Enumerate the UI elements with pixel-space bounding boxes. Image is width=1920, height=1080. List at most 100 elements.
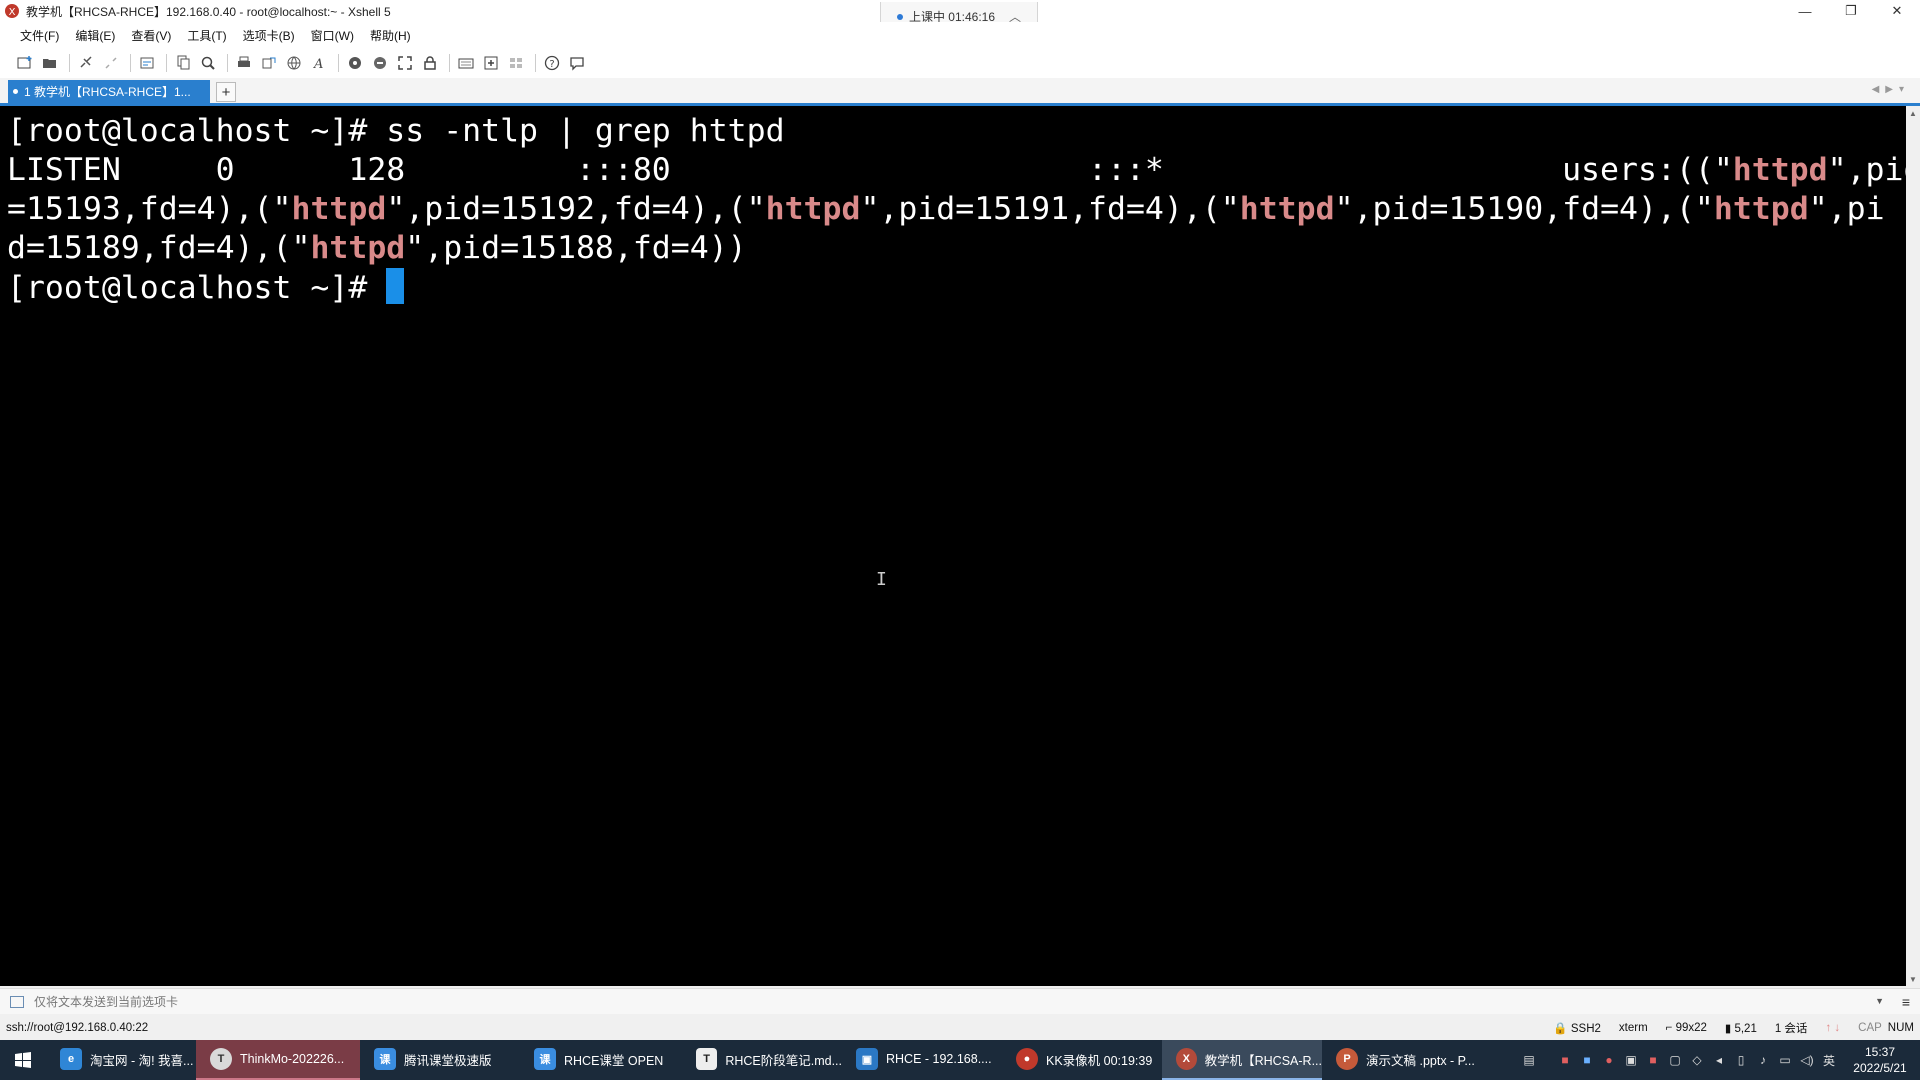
microphone-icon[interactable]: ♪ xyxy=(1752,1053,1774,1067)
taskbar-item-xshell[interactable]: X 教学机【RHCSA-R... xyxy=(1162,1040,1322,1080)
tab-scroll-arrows-icon[interactable]: ◀▶▾ xyxy=(1872,84,1910,95)
svg-text:X: X xyxy=(9,7,16,18)
menu-bar: 文件(F) 编辑(E) 查看(V) 工具(T) 选项卡(B) 窗口(W) 帮助(… xyxy=(0,22,1920,48)
connection-address: ssh://root@192.168.0.40:22 xyxy=(6,1022,149,1034)
toolbar-separator xyxy=(69,54,70,72)
usb-icon[interactable]: ▯ xyxy=(1730,1053,1752,1067)
menu-window[interactable]: 窗口(W) xyxy=(303,27,362,44)
highlighted-word: httpd xyxy=(1732,152,1828,188)
tray-display-icon[interactable]: ▢ xyxy=(1664,1053,1686,1067)
help-icon[interactable]: ? xyxy=(541,52,563,74)
taskbar-item-powerpoint[interactable]: P 演示文稿 .pptx - P... xyxy=(1322,1040,1482,1080)
lock-icon[interactable] xyxy=(419,52,441,74)
taskbar-item-kk-recorder[interactable]: ● KK录像机 00:19:39 xyxy=(1002,1040,1162,1080)
highlighted-word: httpd xyxy=(291,191,387,227)
taskbar: e 淘宝网 - 淘! 我喜... T ThinkMo-202226... 课腾讯课堂… xyxy=(0,1040,1920,1080)
task-label: 淘宝网 - 淘! 我喜... xyxy=(90,1053,194,1068)
menu-file[interactable]: 文件(F) xyxy=(12,27,67,44)
terminal-line: [root@localhost ~]# xyxy=(7,268,1906,307)
tray-app-icon[interactable]: ■ xyxy=(1554,1053,1576,1067)
tray-expand-icon[interactable]: ◂ xyxy=(1708,1053,1730,1067)
font-icon[interactable]: A xyxy=(308,52,330,74)
xshell-icon: X xyxy=(1176,1048,1197,1070)
new-session-icon[interactable] xyxy=(14,52,36,74)
task-label: ThinkMo-202226... xyxy=(240,1052,345,1066)
output-text: ",pid=15190,fd=4),(" xyxy=(1334,191,1714,227)
properties-icon[interactable] xyxy=(136,52,158,74)
tray-cube-icon[interactable]: ◇ xyxy=(1686,1053,1708,1067)
scroll-up-icon[interactable]: ▲ xyxy=(1906,106,1920,120)
tray-record-icon[interactable]: ● xyxy=(1598,1053,1620,1067)
protocol-label: SSH2 xyxy=(1570,1023,1601,1035)
clock[interactable]: 15:37 2022/5/21 xyxy=(1840,1044,1920,1076)
print-icon[interactable] xyxy=(233,52,255,74)
taskbar-item-typora[interactable]: T RHCE阶段笔记.md... xyxy=(682,1040,842,1080)
fullscreen-icon[interactable] xyxy=(394,52,416,74)
chat-icon[interactable] xyxy=(566,52,588,74)
taskbar-item-taobao[interactable]: e 淘宝网 - 淘! 我喜... xyxy=(46,1040,196,1080)
menu-tools[interactable]: 工具(T) xyxy=(179,27,234,44)
keyboard-icon[interactable] xyxy=(455,52,477,74)
xftp-icon[interactable] xyxy=(344,52,366,74)
tab-session[interactable]: 1 教学机【RHCSA-RHCE】1... xyxy=(8,80,210,103)
disconnect-icon[interactable] xyxy=(100,52,122,74)
taskbar-item-tencent-class[interactable]: 课腾讯课堂极速版 xyxy=(360,1040,520,1080)
menu-help[interactable]: 帮助(H) xyxy=(362,27,419,44)
reconnect-icon[interactable] xyxy=(75,52,97,74)
input-method-indicator[interactable]: 英 xyxy=(1818,1052,1840,1069)
task-label: 教学机【RHCSA-R... xyxy=(1204,1053,1322,1068)
taskbar-item-thinkmo[interactable]: T ThinkMo-202226... xyxy=(196,1040,360,1080)
menu-view[interactable]: 查看(V) xyxy=(123,27,179,44)
network-icon[interactable]: ▭ xyxy=(1774,1053,1796,1067)
copy-icon[interactable] xyxy=(172,52,194,74)
task-label: RHCE课堂 OPEN xyxy=(564,1053,664,1068)
toolbar-separator xyxy=(449,54,450,72)
compose-input[interactable]: 仅将文本发送到当前选项卡 xyxy=(34,993,178,1010)
terminal-output[interactable]: [root@localhost ~]# ss -ntlp | grep http… xyxy=(0,106,1920,986)
tencent-class-icon: 课 xyxy=(374,1048,396,1070)
start-button[interactable] xyxy=(0,1040,46,1080)
output-text: d=15189,fd=4),(" xyxy=(7,230,311,266)
tab-status-dot-icon xyxy=(13,89,18,94)
menu-edit[interactable]: 编辑(E) xyxy=(67,27,123,44)
compose-bar[interactable]: 仅将文本发送到当前选项卡 ▼ ≡ xyxy=(0,988,1920,1014)
scroll-down-icon[interactable]: ▼ xyxy=(1906,972,1920,986)
tray-kk-icon[interactable]: ■ xyxy=(1576,1053,1598,1067)
tray-shield-icon[interactable]: ▣ xyxy=(1620,1053,1642,1067)
system-tray: ▤ ■ ■ ● ▣ ■ ▢ ◇ ◂ ▯ ♪ ▭ ◁) 英 15:37 2022/… xyxy=(1518,1040,1920,1080)
menu-icon[interactable]: ≡ xyxy=(1902,994,1910,1010)
notification-icon[interactable]: ▤ xyxy=(1518,1053,1540,1067)
position-label: 5,21 xyxy=(1734,1023,1757,1035)
terminal-scrollbar[interactable]: ▲ ▼ xyxy=(1906,106,1920,986)
globe-icon[interactable] xyxy=(283,52,305,74)
close-button[interactable]: ✕ xyxy=(1874,0,1920,22)
tray-security-icon[interactable]: ■ xyxy=(1642,1053,1664,1067)
transfer-icon[interactable] xyxy=(258,52,280,74)
terminal-size: ⌐ 99x22 xyxy=(1665,1022,1707,1034)
add-tab-button[interactable]: + xyxy=(216,82,236,102)
live-dot-icon xyxy=(896,13,903,20)
add-panel-icon[interactable] xyxy=(480,52,502,74)
menu-tabs[interactable]: 选项卡(B) xyxy=(235,27,303,44)
tab-strip: 1 教学机【RHCSA-RHCE】1... + ◀▶▾ xyxy=(0,78,1920,106)
terminal-line: d=15189,fd=4),("httpd",pid=15188,fd=4)) xyxy=(7,229,1906,268)
terminal-line: [root@localhost ~]# ss -ntlp | grep http… xyxy=(7,112,1906,151)
volume-icon[interactable]: ◁) xyxy=(1796,1053,1818,1067)
task-label: RHCE阶段笔记.md... xyxy=(725,1053,842,1068)
window-controls: — ❐ ✕ xyxy=(1782,0,1920,22)
minimize-button[interactable]: — xyxy=(1782,0,1828,22)
toolbar-separator xyxy=(338,54,339,72)
find-icon[interactable] xyxy=(197,52,219,74)
typora-icon: T xyxy=(696,1048,718,1070)
taskbar-item-remote-desktop[interactable]: ▣ RHCE - 192.168.... xyxy=(842,1040,1002,1080)
output-text: ",pi xyxy=(1808,191,1885,227)
dropdown-icon[interactable]: ▼ xyxy=(1875,996,1884,1006)
restore-button[interactable]: ❐ xyxy=(1828,0,1874,22)
open-folder-icon[interactable] xyxy=(39,52,61,74)
compose-icon xyxy=(10,995,24,1008)
task-label: 腾讯课堂极速版 xyxy=(404,1053,492,1068)
thinkmo-icon: T xyxy=(210,1048,232,1070)
layout-icon[interactable] xyxy=(505,52,527,74)
script-icon[interactable] xyxy=(369,52,391,74)
taskbar-item-class-open[interactable]: 课 RHCE课堂 OPEN xyxy=(520,1040,682,1080)
